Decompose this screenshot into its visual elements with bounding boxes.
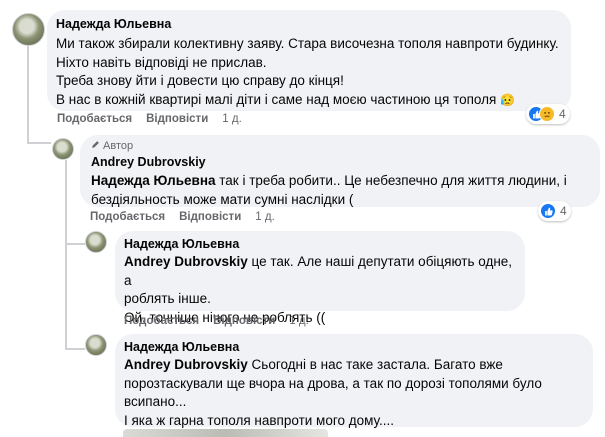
author-badge-label: Автор — [103, 140, 134, 152]
comment-text-line: І яка ж гарна тополя навпроти мого дому.… — [124, 412, 394, 428]
comment-bubble: Надежда Юльевна Andrey Dubrovskiy Сьогод… — [115, 334, 593, 428]
attached-photo[interactable] — [123, 429, 328, 437]
comment-bubble: Надежда Юльевна Andrey Dubrovskiy це так… — [115, 231, 525, 325]
mention-link[interactable]: Andrey Dubrovskiy — [124, 254, 248, 269]
comment-timestamp[interactable]: 1 д. — [255, 211, 275, 223]
thread-line-reply-curve-2 — [65, 348, 85, 350]
comment-author[interactable]: Надежда Юльевна — [124, 237, 513, 251]
reactions-count: 4 — [559, 107, 566, 121]
comment-actions: Подобається Відповісти 1 д. — [90, 211, 275, 223]
comment-text-line: Andrey Dubrovskiy Сьогодні в нас таке за… — [124, 356, 581, 375]
comment-text: так і треба робити.. Це небезпечно для ж… — [215, 173, 567, 188]
reactions-summary[interactable]: 4 — [526, 104, 570, 124]
avatar[interactable] — [85, 231, 107, 253]
comment-text-line: роблять інше. — [124, 291, 211, 306]
author-badge: Автор — [91, 140, 588, 152]
comment-text: В нас в кожній квартирі малі діти і саме… — [56, 91, 497, 107]
comment-text-line: всипано... — [124, 394, 187, 409]
reactions-count: 4 — [560, 204, 567, 218]
comment-author[interactable]: Надежда Юльевна — [124, 340, 581, 354]
like-reaction-icon — [540, 203, 556, 219]
reactions-summary[interactable]: 4 — [538, 201, 571, 221]
like-button[interactable]: Подобається — [57, 113, 132, 125]
avatar[interactable] — [52, 138, 74, 160]
thread-line-main-curve — [27, 142, 51, 144]
reply-button[interactable]: Відповісти — [179, 211, 241, 223]
comment-text-line: В нас в кожній квартирі малі діти і саме… — [56, 91, 559, 110]
mention-link[interactable]: Надежда Юльевна — [91, 173, 216, 188]
comment-timestamp[interactable]: 1 д. — [222, 113, 242, 125]
like-button[interactable]: Подобається — [124, 315, 199, 327]
comment-text-line: бездіяльность може мати сумні наслідки ( — [91, 191, 354, 207]
comment-bubble: Автор Andrey Dubrovskiy Надежда Юльевна … — [80, 135, 600, 207]
comment-text-line: порозтаскували ще вчора на дрова, а так … — [124, 375, 542, 391]
comment-actions: Подобається Відповісти 1 д. — [124, 315, 309, 327]
comment-text-line: Надежда Юльевна так і треба робити.. Це … — [91, 172, 588, 191]
comment-text-line: Ми також збирали колективну заяву. Стара… — [56, 36, 559, 51]
avatar[interactable] — [12, 13, 45, 46]
like-button[interactable]: Подобається — [90, 211, 165, 223]
thread-line-main — [27, 44, 29, 144]
comment-bubble: Надежда Юльевна Ми також збирали колекти… — [47, 10, 571, 111]
comment-author[interactable]: Andrey Dubrovskiy — [91, 155, 588, 169]
comment-timestamp[interactable]: 1 д. — [289, 315, 309, 327]
reply-button[interactable]: Відповісти — [213, 315, 275, 327]
comment-text: Сьогодні в нас таке застала. Багато вже — [247, 357, 503, 372]
reply-button[interactable]: Відповісти — [146, 113, 208, 125]
comment-text-line: Andrey Dubrovskiy це так. Але наші депут… — [124, 253, 513, 290]
sad-emoji: 😥 — [500, 92, 516, 107]
thread-line-reply — [65, 160, 67, 350]
comment-actions: Подобається Відповісти 1 д. — [57, 113, 242, 125]
comment-text-line: Треба знову йти і довести цю справу до к… — [56, 73, 344, 88]
comment-author[interactable]: Надежда Юльевна — [56, 17, 559, 31]
sad-reaction-icon — [539, 106, 555, 122]
mention-link[interactable]: Andrey Dubrovskiy — [124, 357, 248, 372]
thread-line-reply-curve-1 — [65, 243, 85, 245]
avatar[interactable] — [85, 334, 107, 356]
comment-text-line: Ніхто навіть відповіді не прислав. — [56, 54, 267, 70]
pencil-icon — [91, 140, 100, 152]
